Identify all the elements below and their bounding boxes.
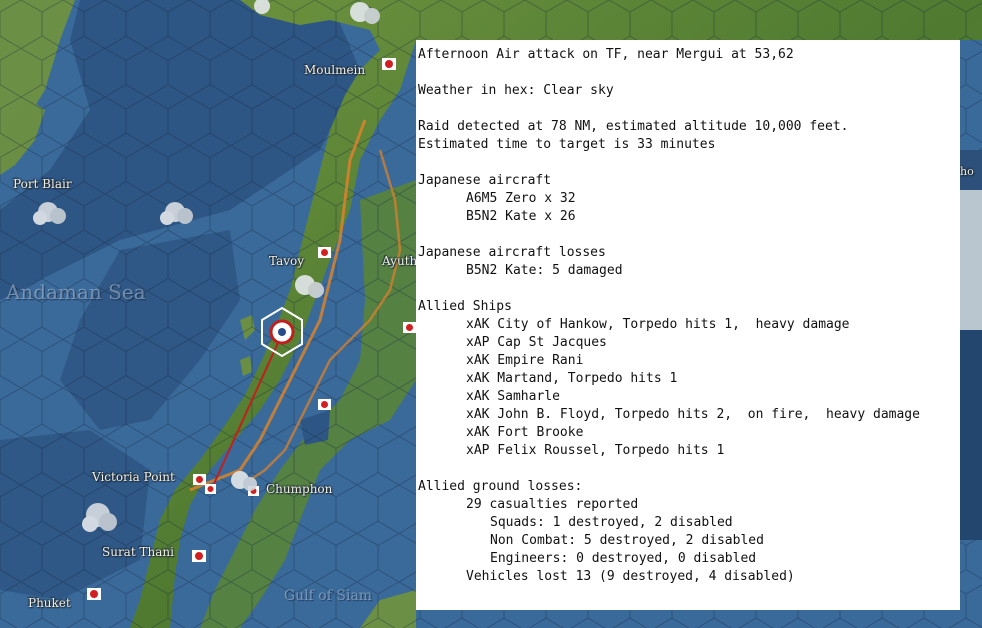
base-marker-victoria-point[interactable] [193,474,206,485]
place-label-tavoy: Tavoy [269,254,305,268]
base-marker-mergui[interactable] [318,399,331,410]
ground-losses-header: Allied ground losses: [418,479,583,494]
side-panel-image [960,330,982,540]
base-marker-victoria-point-2[interactable] [205,484,216,494]
ship-line: xAK Martand, Torpedo hits 1 [466,371,678,386]
base-marker-tavoy[interactable] [318,247,331,258]
vehicles-line: Vehicles lost 13 (9 destroyed, 4 disable… [466,569,795,584]
place-label-phuket: Phuket [28,596,71,610]
japanese-losses-header: Japanese aircraft losses [418,245,606,260]
place-label-victoria-point: Victoria Point [92,470,175,484]
engineers-line: Engineers: 0 destroyed, 0 disabled [490,551,757,566]
ship-line: xAK City of Hankow, Torpedo hits 1, heav… [466,317,850,332]
non-combat-line: Non Combat: 5 destroyed, 2 disabled [490,533,764,548]
ship-line: xAK Samharle [466,389,560,404]
place-label-ayuth: Ayuth [382,254,418,268]
ship-line: xAP Cap St Jacques [466,335,607,350]
place-label-port-blair: Port Blair [13,177,72,191]
place-label-surat-thani: Surat Thani [102,545,174,559]
ship-line: xAP Felix Roussel, Torpedo hits 1 [466,443,725,458]
allied-ships-header: Allied Ships [418,299,512,314]
place-label-moulmein: Moulmein [304,63,366,77]
ship-line: xAK John B. Floyd, Torpedo hits 2, on fi… [466,407,920,422]
place-label-chumphon: Chumphon [266,482,333,496]
squads-line: Squads: 1 destroyed, 2 disabled [490,515,733,530]
raid-detected-line: Raid detected at 78 NM, estimated altitu… [418,119,849,134]
sea-label-andaman: Andaman Sea [6,280,146,304]
base-marker-ayuthaya[interactable] [403,322,416,333]
report-title: Afternoon Air attack on TF, near Mergui … [418,47,794,62]
base-marker-phuket[interactable] [87,588,101,600]
base-marker-moulmein[interactable] [382,58,396,70]
ship-line: xAK Fort Brooke [466,425,584,440]
sea-label-gulf-of-siam: Gulf of Siam [284,588,373,604]
aircraft-line: B5N2 Kate x 26 [466,209,576,224]
aircraft-line: A6M5 Zero x 32 [466,191,576,206]
task-force-core [278,328,286,336]
ship-line: xAK Empire Rani [466,353,584,368]
aircraft-loss-line: B5N2 Kate: 5 damaged [466,263,623,278]
time-to-target-line: Estimated time to target is 33 minutes [418,137,716,152]
base-marker-surat-thani[interactable] [192,550,206,562]
japanese-aircraft-header: Japanese aircraft [418,173,552,188]
weather-line: Weather in hex: Clear sky [418,83,614,98]
place-label-edge: ho [960,165,974,178]
casualties-line: 29 casualties reported [466,497,639,512]
combat-report-panel[interactable]: Afternoon Air attack on TF, near Mergui … [416,40,960,610]
